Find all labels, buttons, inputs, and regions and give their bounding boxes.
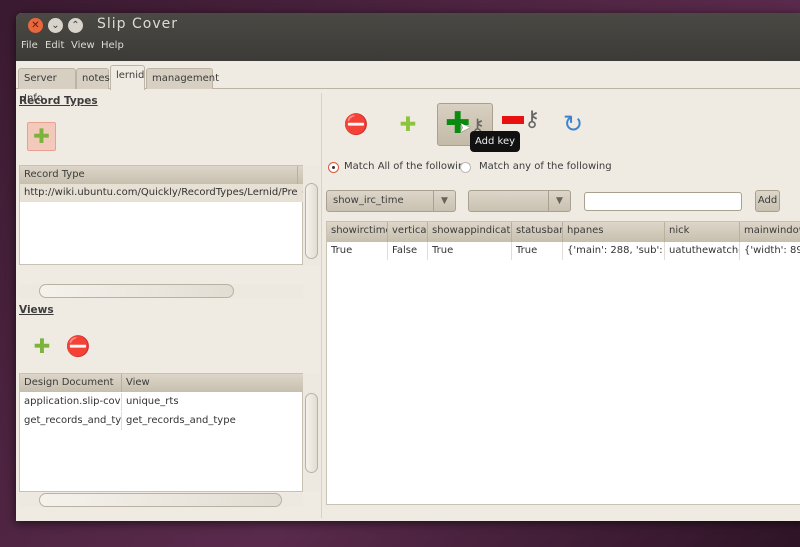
menu-file[interactable]: File xyxy=(21,40,38,51)
tab-notes[interactable]: notes xyxy=(76,68,110,89)
no-entry-icon: ⛔ xyxy=(65,334,91,358)
plus-icon: ✚ xyxy=(33,334,51,358)
scroll-thumb[interactable] xyxy=(305,393,318,473)
chevron-down-icon: ▼ xyxy=(433,191,455,211)
plus-icon: ✚ xyxy=(399,112,417,136)
operator-combo[interactable]: ▼ xyxy=(468,190,571,212)
add-record-button[interactable]: ✚ xyxy=(393,109,423,139)
chevron-down-icon: ▼ xyxy=(548,191,570,211)
field-combo-value: show_irc_time xyxy=(333,195,404,206)
views-table: Design Document View application.slip-co… xyxy=(19,373,304,492)
field-combo[interactable]: show_irc_time ▼ xyxy=(326,190,456,212)
table-cell[interactable]: True xyxy=(512,242,563,260)
table-cell[interactable]: uatuthewatcher xyxy=(665,242,740,260)
column-header-record-type[interactable]: Record Type xyxy=(20,166,298,184)
cursor-icon: ➤ xyxy=(459,120,471,136)
titlebar: ✕ ⌄ ⌃ Slip Cover File Edit View Help xyxy=(16,13,800,61)
column-header-view[interactable]: View xyxy=(122,374,304,392)
match-all-radio[interactable] xyxy=(328,162,339,173)
table-cell[interactable]: unique_rts xyxy=(122,393,302,411)
column-header[interactable]: statusbar xyxy=(512,222,563,242)
scroll-thumb[interactable] xyxy=(39,493,282,507)
menu-help[interactable]: Help xyxy=(101,40,124,51)
refresh-button[interactable]: ↻ xyxy=(558,109,588,139)
delete-view-button[interactable]: ⛔ xyxy=(64,331,92,361)
scroll-thumb[interactable] xyxy=(305,183,318,259)
pane-divider[interactable] xyxy=(321,93,322,518)
tab-server-info[interactable]: Server Info xyxy=(18,68,76,104)
match-any-label[interactable]: Match any of the following xyxy=(479,161,612,172)
table-cell[interactable]: {'main': 288, 'sub': 317} xyxy=(563,242,665,260)
tab-lernid[interactable]: lernid xyxy=(110,65,145,90)
add-view-button[interactable]: ✚ xyxy=(28,331,56,361)
key-icon: ⚷ xyxy=(523,107,541,132)
close-icon[interactable]: ✕ xyxy=(28,18,43,33)
views-hscroll[interactable] xyxy=(19,493,303,507)
app-window: ✕ ⌄ ⌃ Slip Cover File Edit View Help Ser… xyxy=(16,13,800,521)
records-table: showirctime vertical showappindicator st… xyxy=(326,221,800,505)
column-header[interactable]: nick xyxy=(665,222,740,242)
table-cell[interactable]: application.slip-cover xyxy=(20,393,122,411)
tab-management[interactable]: management xyxy=(146,68,219,89)
no-entry-icon: ⛔ xyxy=(343,112,369,136)
views-vscroll[interactable] xyxy=(303,373,320,492)
refresh-icon: ↻ xyxy=(562,110,584,138)
minus-icon xyxy=(501,116,524,124)
table-row[interactable]: http://wiki.ubuntu.com/Quickly/RecordTyp… xyxy=(20,184,298,202)
filter-value-input[interactable] xyxy=(584,192,742,211)
views-heading: Views xyxy=(19,304,54,316)
column-header[interactable]: showirctime xyxy=(327,222,388,242)
record-types-table: Record Type http://wiki.ubuntu.com/Quick… xyxy=(19,165,304,265)
table-cell[interactable]: True xyxy=(428,242,512,260)
column-header[interactable]: vertical xyxy=(388,222,428,242)
maximize-icon[interactable]: ⌃ xyxy=(68,18,83,33)
record-types-heading: Record Types xyxy=(19,95,98,107)
menu-edit[interactable]: Edit xyxy=(45,40,64,51)
column-header[interactable]: hpanes xyxy=(563,222,665,242)
column-header-design-document[interactable]: Design Document xyxy=(20,374,122,392)
menu-view[interactable]: View xyxy=(71,40,95,51)
record-types-vscroll[interactable] xyxy=(303,165,320,265)
plus-icon: ✚ xyxy=(33,124,50,148)
column-header[interactable]: mainwindows xyxy=(740,222,800,242)
table-cell[interactable]: False xyxy=(388,242,428,260)
minimize-icon[interactable]: ⌄ xyxy=(48,18,63,33)
tooltip: Add key xyxy=(470,131,520,152)
column-header[interactable]: showappindicator xyxy=(428,222,512,242)
table-cell[interactable]: get_records_and_type xyxy=(122,412,302,430)
match-any-radio[interactable] xyxy=(460,162,471,173)
window-title: Slip Cover xyxy=(97,16,178,32)
tab-bar: Server Info notes lernid management xyxy=(16,65,800,104)
add-record-type-button[interactable]: ✚ xyxy=(27,122,56,151)
table-cell[interactable]: {'width': 893, xyxy=(740,242,800,260)
record-types-hscroll[interactable] xyxy=(19,284,303,298)
add-filter-button[interactable]: Add xyxy=(755,190,780,212)
delete-record-button[interactable]: ⛔ xyxy=(341,109,371,139)
table-cell[interactable]: True xyxy=(327,242,388,260)
table-cell[interactable]: get_records_and_type xyxy=(20,412,122,430)
match-all-label[interactable]: Match All of the following xyxy=(344,161,471,172)
scroll-thumb[interactable] xyxy=(39,284,234,298)
